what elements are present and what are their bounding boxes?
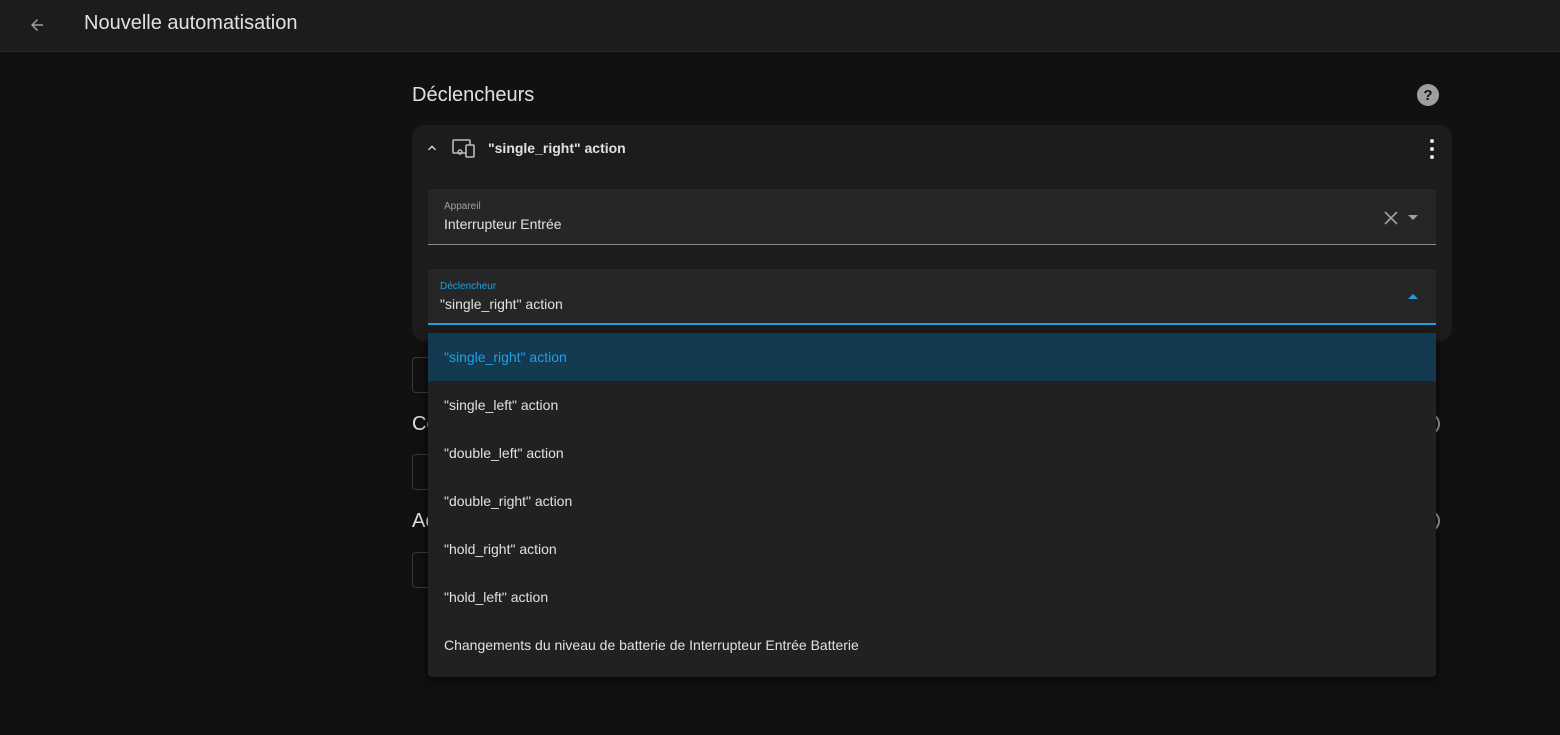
- top-app-bar: Nouvelle automatisation: [0, 0, 1560, 52]
- menu-item-hold-right[interactable]: "hold_right" action: [428, 525, 1436, 573]
- menu-item-hold-left[interactable]: "hold_left" action: [428, 573, 1436, 621]
- back-button[interactable]: [22, 10, 52, 40]
- trigger-options-menu: "single_right" action "single_left" acti…: [428, 333, 1436, 677]
- close-icon[interactable]: [1384, 211, 1398, 225]
- menu-up-icon[interactable]: [1408, 294, 1418, 299]
- help-circle-icon[interactable]: ?: [1417, 84, 1439, 106]
- menu-item-single-left[interactable]: "single_left" action: [428, 381, 1436, 429]
- menu-down-icon[interactable]: [1408, 215, 1418, 220]
- trigger-card: "single_right" action Appareil Interrupt…: [412, 125, 1452, 341]
- device-field-value: Interrupteur Entrée: [444, 216, 562, 232]
- device-field-label: Appareil: [444, 201, 481, 212]
- trigger-select-field[interactable]: Déclencheur "single_right" action: [428, 269, 1436, 325]
- trigger-card-title: "single_right" action: [488, 140, 626, 156]
- trigger-field-value: "single_right" action: [440, 296, 563, 312]
- arrow-left-icon: [31, 19, 43, 31]
- menu-item-battery-level[interactable]: Changements du niveau de batterie de Int…: [428, 621, 1436, 669]
- page-title: Nouvelle automatisation: [84, 12, 298, 34]
- chevron-up-icon[interactable]: [424, 140, 440, 156]
- device-select-field[interactable]: Appareil Interrupteur Entrée: [428, 189, 1436, 245]
- trigger-card-header[interactable]: "single_right" action: [412, 125, 1452, 171]
- menu-item-single-right[interactable]: "single_right" action: [428, 333, 1436, 381]
- dots-vertical-icon[interactable]: [1428, 139, 1436, 159]
- trigger-field-label: Déclencheur: [440, 281, 497, 292]
- menu-item-double-right[interactable]: "double_right" action: [428, 477, 1436, 525]
- devices-icon: [452, 139, 475, 158]
- triggers-section-title: Déclencheurs: [412, 84, 535, 106]
- menu-item-double-left[interactable]: "double_left" action: [428, 429, 1436, 477]
